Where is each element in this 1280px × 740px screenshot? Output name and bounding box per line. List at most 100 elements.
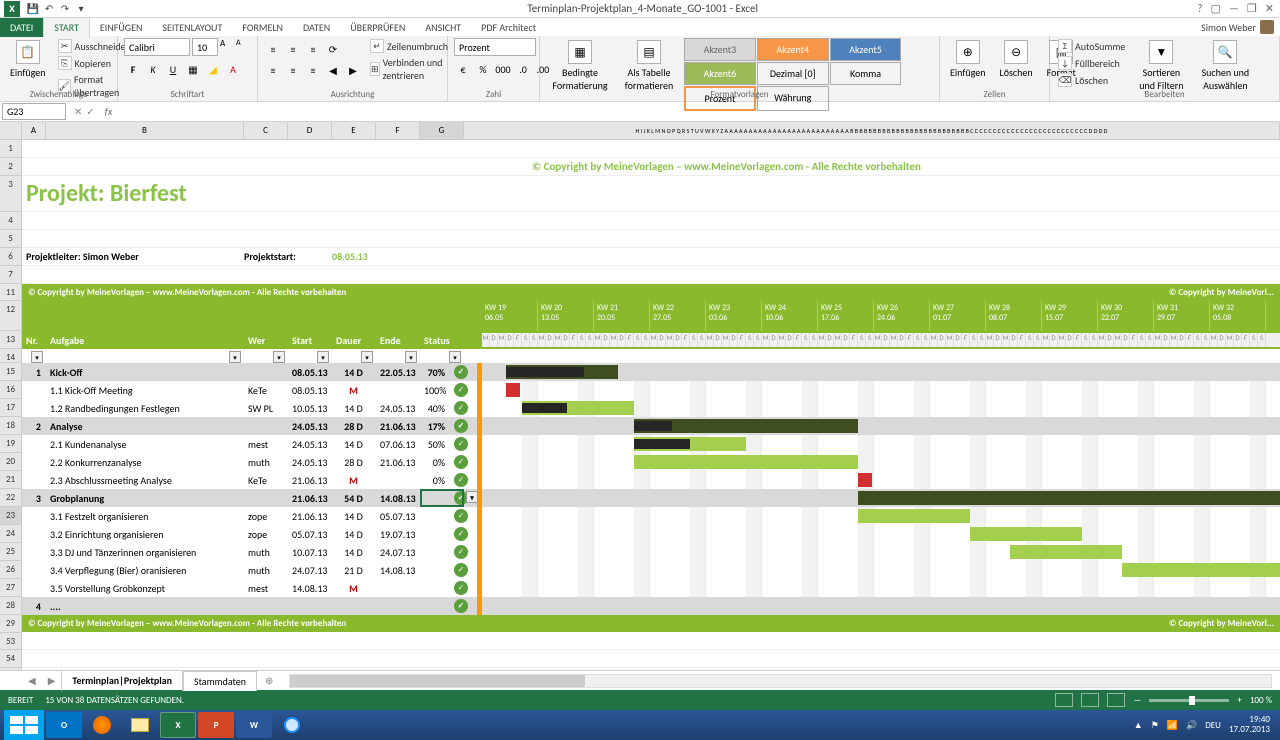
gantt-bar[interactable] bbox=[858, 491, 1280, 505]
filter-dropdown-icon[interactable]: ▾ bbox=[31, 351, 43, 363]
taskbar-excel-icon[interactable]: X bbox=[160, 712, 196, 738]
qat-more-icon[interactable]: ▾ bbox=[74, 2, 88, 16]
row-header[interactable]: 6 bbox=[0, 248, 22, 266]
tab-formeln[interactable]: FORMELN bbox=[232, 18, 293, 37]
col-header[interactable]: A bbox=[22, 122, 46, 139]
wrap-text-button[interactable]: ↵Zeilenumbruch bbox=[368, 38, 450, 54]
filter-dropdown-icon[interactable]: ▾ bbox=[405, 351, 417, 363]
task-row[interactable]: 3.4 Verpflegung (Bier) oranisierenmuth24… bbox=[22, 561, 1280, 579]
row-header[interactable]: 20 bbox=[0, 453, 22, 471]
autosum-button[interactable]: ΣAutoSumme bbox=[1056, 38, 1127, 54]
paste-button[interactable]: 📋Einfügen bbox=[6, 38, 50, 81]
accept-formula-icon[interactable]: ✓ bbox=[86, 105, 94, 118]
tab-start[interactable]: START bbox=[43, 17, 90, 37]
grow-font-icon[interactable]: A bbox=[220, 38, 234, 56]
redo-icon[interactable]: ↷ bbox=[58, 2, 72, 16]
select-all-corner[interactable] bbox=[0, 122, 22, 140]
tab-ueberpruefen[interactable]: ÜBERPRÜFEN bbox=[340, 18, 415, 37]
tab-daten[interactable]: DATEN bbox=[293, 18, 340, 37]
user-account[interactable]: Simon Weber bbox=[1201, 20, 1280, 34]
gantt-bar[interactable] bbox=[634, 455, 858, 469]
task-row[interactable]: 3.2 Einrichtung organisierenzope05.07.13… bbox=[22, 525, 1280, 543]
insert-cells-button[interactable]: ⊕Einfügen bbox=[946, 38, 990, 81]
align-center-icon[interactable]: ≡ bbox=[284, 61, 302, 79]
row-header[interactable]: 54 bbox=[0, 650, 22, 668]
taskbar-powerpoint-icon[interactable]: P bbox=[198, 712, 234, 738]
name-box[interactable] bbox=[2, 103, 66, 120]
col-header[interactable]: F bbox=[376, 122, 420, 139]
row-header[interactable]: 23 bbox=[0, 507, 22, 525]
col-header[interactable]: E bbox=[332, 122, 376, 139]
task-row[interactable]: 1.2 Randbedingungen FestlegenSW PL10.05.… bbox=[22, 399, 1280, 417]
save-icon[interactable]: 💾 bbox=[26, 2, 40, 16]
row-header[interactable]: 27 bbox=[0, 579, 22, 597]
sheet-tab-stammdaten[interactable]: Stammdaten bbox=[183, 671, 257, 691]
fill-color-button[interactable]: ◢ bbox=[204, 60, 222, 78]
cell-dropdown-icon[interactable]: ▾ bbox=[466, 491, 478, 503]
font-size-select[interactable] bbox=[192, 38, 218, 56]
taskbar-explorer-icon[interactable] bbox=[122, 712, 158, 738]
new-sheet-icon[interactable]: ⊕ bbox=[257, 674, 281, 687]
gantt-bar[interactable] bbox=[506, 383, 520, 397]
taskbar-ie-icon[interactable] bbox=[274, 712, 310, 738]
minimize-icon[interactable]: — bbox=[1229, 2, 1239, 15]
cancel-formula-icon[interactable]: ✕ bbox=[74, 105, 82, 118]
task-row[interactable]: 2.2 Konkurrenzanalysemuth24.05.1328 D21.… bbox=[22, 453, 1280, 471]
tray-language[interactable]: DEU bbox=[1205, 720, 1221, 731]
filter-dropdown-icon[interactable]: ▾ bbox=[449, 351, 461, 363]
row-header[interactable]: 7 bbox=[0, 266, 22, 284]
tab-ansicht[interactable]: ANSICHT bbox=[415, 18, 471, 37]
gantt-bar[interactable] bbox=[858, 509, 970, 523]
filter-dropdown-icon[interactable]: ▾ bbox=[273, 351, 285, 363]
merge-button[interactable]: ⊞Verbinden und zentrieren bbox=[368, 55, 450, 83]
font-name-select[interactable] bbox=[124, 38, 190, 56]
style-komma[interactable]: Komma bbox=[830, 62, 902, 85]
clear-button[interactable]: ⌫Löschen bbox=[1056, 72, 1127, 88]
gantt-bar[interactable] bbox=[1122, 563, 1280, 577]
dec-inc-icon[interactable]: .0 bbox=[514, 60, 532, 78]
font-color-button[interactable]: A bbox=[224, 60, 242, 78]
row-header[interactable]: 17 bbox=[0, 399, 22, 417]
align-right-icon[interactable]: ≡ bbox=[304, 61, 322, 79]
filter-dropdown-icon[interactable]: ▾ bbox=[229, 351, 241, 363]
bold-button[interactable]: F bbox=[124, 60, 142, 78]
delete-cells-button[interactable]: ⊖Löschen bbox=[996, 38, 1037, 81]
tray-up-icon[interactable]: ▲ bbox=[1134, 720, 1143, 731]
row-header[interactable]: 13 bbox=[0, 331, 22, 349]
undo-icon[interactable]: ↶ bbox=[42, 2, 56, 16]
help-icon[interactable]: ? bbox=[1197, 2, 1202, 15]
shrink-font-icon[interactable]: A bbox=[236, 38, 250, 56]
row-header[interactable]: 55 bbox=[0, 668, 22, 670]
percent-icon[interactable]: % bbox=[474, 60, 492, 78]
style-akzent5[interactable]: Akzent5 bbox=[830, 38, 902, 61]
italic-button[interactable]: K bbox=[144, 60, 162, 78]
row-header[interactable]: 24 bbox=[0, 525, 22, 543]
tab-nav-next-icon[interactable]: ▶ bbox=[42, 674, 62, 687]
tray-flag-icon[interactable]: ⚑ bbox=[1151, 720, 1159, 731]
col-header[interactable]: G bbox=[420, 122, 464, 139]
align-bottom-icon[interactable]: ≡ bbox=[304, 40, 322, 58]
task-row[interactable]: 2Analyse24.05.1328 D21.06.1317%✓ bbox=[22, 417, 1280, 435]
fill-button[interactable]: ↓Füllbereich bbox=[1056, 55, 1127, 71]
row-header[interactable]: 15 bbox=[0, 363, 22, 381]
gantt-bar[interactable] bbox=[970, 527, 1082, 541]
align-middle-icon[interactable]: ≡ bbox=[284, 40, 302, 58]
ribbon-collapse-icon[interactable]: ▢ bbox=[1211, 2, 1221, 15]
row-header[interactable]: 26 bbox=[0, 561, 22, 579]
conditional-format-button[interactable]: ▦Bedingte Formatierung bbox=[546, 38, 614, 94]
tab-einfuegen[interactable]: EINFÜGEN bbox=[90, 18, 153, 37]
task-row[interactable]: 2.1 Kundenanalysemest24.05.1314 D07.06.1… bbox=[22, 435, 1280, 453]
tab-pdf[interactable]: PDF Architect bbox=[471, 18, 546, 37]
style-dezimal[interactable]: Dezimal [0] bbox=[757, 62, 829, 85]
find-select-button[interactable]: 🔍Suchen und Auswählen bbox=[1195, 38, 1255, 94]
task-row[interactable]: 2.3 Abschlussmeeting AnalyseKeTe21.06.13… bbox=[22, 471, 1280, 489]
col-header[interactable]: C bbox=[244, 122, 288, 139]
tab-seitenlayout[interactable]: SEITENLAYOUT bbox=[152, 18, 232, 37]
task-row[interactable]: 1Kick-Off08.05.1314 D22.05.1370%✓ bbox=[22, 363, 1280, 381]
row-header[interactable]: 3 bbox=[0, 176, 22, 212]
row-header[interactable]: 19 bbox=[0, 435, 22, 453]
task-row[interactable]: 4....✓ bbox=[22, 597, 1280, 615]
tray-volume-icon[interactable]: 🔊 bbox=[1186, 720, 1197, 731]
row-header[interactable]: 14 bbox=[0, 349, 22, 363]
row-header[interactable]: 29 bbox=[0, 615, 22, 633]
